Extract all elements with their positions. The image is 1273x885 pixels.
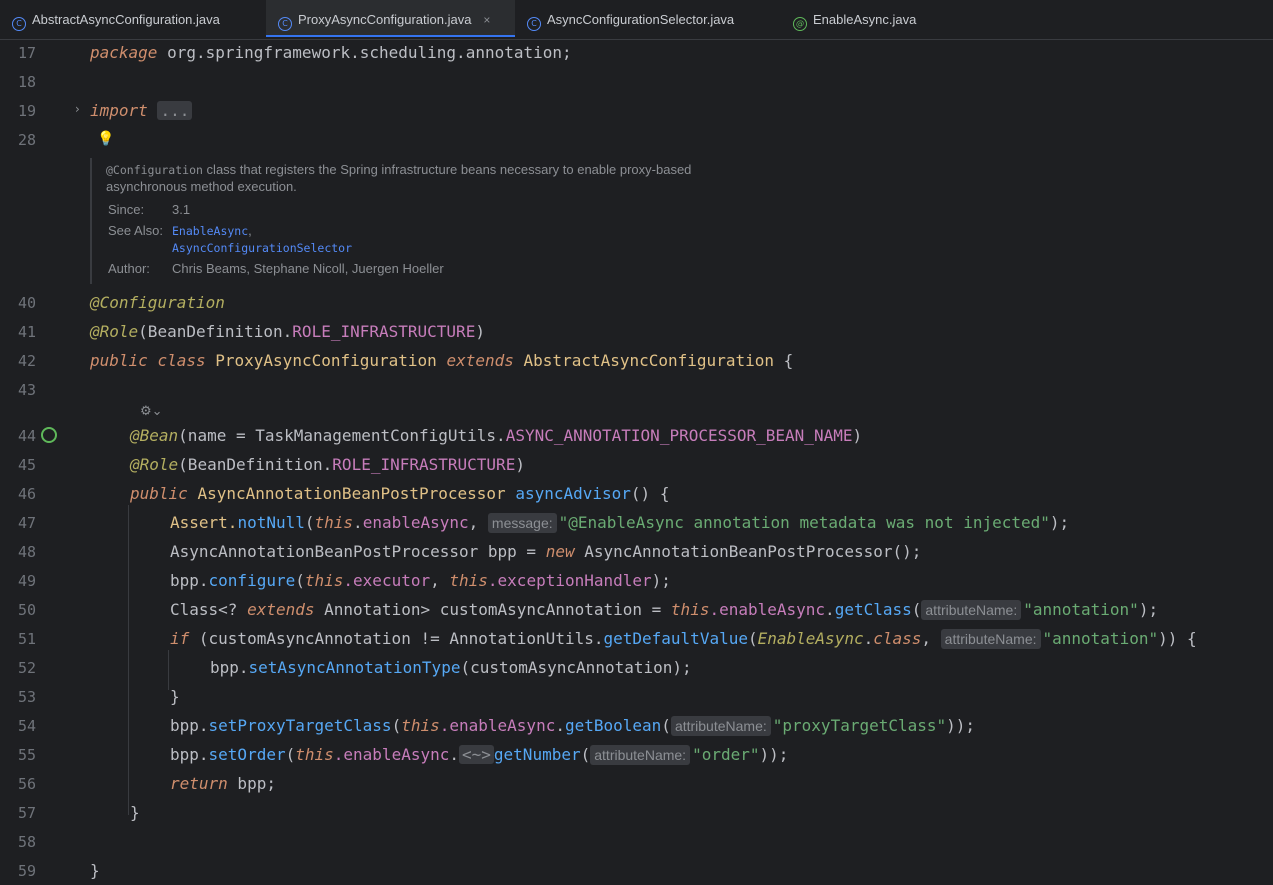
folded-imports[interactable]: ...: [157, 101, 193, 120]
bean-gutter-icon[interactable]: [41, 427, 57, 443]
javadoc-link-enableasync[interactable]: EnableAsync: [172, 224, 248, 238]
code-line-17[interactable]: package org.springframework.scheduling.a…: [90, 43, 572, 62]
line-number: 50: [17, 601, 36, 619]
tab-abstract-async-configuration[interactable]: C AbstractAsyncConfiguration.java: [0, 0, 274, 39]
code-line-56[interactable]: return bpp;: [170, 774, 276, 793]
class-icon: C: [12, 17, 26, 31]
line-number: 57: [17, 804, 36, 822]
line-number: 18: [17, 73, 36, 91]
code-line-40[interactable]: @Configuration: [90, 293, 225, 312]
class-icon: C: [278, 17, 292, 31]
code-line-48[interactable]: AsyncAnnotationBeanPostProcessor bpp = n…: [170, 542, 921, 561]
line-number: 45: [17, 456, 36, 474]
code-line-47[interactable]: Assert.notNull(this.enableAsync, message…: [170, 513, 1069, 533]
line-number: 43: [17, 381, 36, 399]
code-line-41[interactable]: @Role(BeanDefinition.ROLE_INFRASTRUCTURE…: [90, 322, 485, 341]
line-number: 59: [17, 862, 36, 880]
parameter-hint: attributeName:: [940, 629, 1041, 649]
parameter-hint: message:: [487, 513, 557, 533]
code-line-55[interactable]: bpp.setOrder(this.enableAsync. <~> getNumb…: [170, 745, 788, 765]
spring-bean-lens-icon[interactable]: ⚙⌄: [140, 404, 163, 419]
close-icon[interactable]: ×: [483, 13, 490, 27]
line-number: 56: [17, 775, 36, 793]
parameter-hint: attributeName:: [670, 716, 771, 736]
line-number: 47: [17, 514, 36, 532]
line-number: 41: [17, 323, 36, 341]
line-number: 48: [17, 543, 36, 561]
code-line-59[interactable]: }: [90, 861, 100, 880]
line-number: 49: [17, 572, 36, 590]
line-number: 52: [17, 659, 36, 677]
code-line-42[interactable]: public class ProxyAsyncConfiguration ext…: [90, 351, 793, 370]
code-line-45[interactable]: @Role(BeanDefinition.ROLE_INFRASTRUCTURE…: [130, 455, 525, 474]
code-line-50[interactable]: Class<? extends Annotation> customAsyncA…: [170, 600, 1158, 620]
code-line-49[interactable]: bpp.configure(this.executor, this.except…: [170, 571, 671, 590]
code-line-46[interactable]: public AsyncAnnotationBeanPostProcessor …: [130, 484, 669, 503]
line-number: 42: [17, 352, 36, 370]
tab-enable-async[interactable]: @ EnableAsync.java: [793, 0, 973, 39]
parameter-hint: attributeName:: [590, 745, 691, 765]
code-line-54[interactable]: bpp.setProxyTargetClass(this.enableAsync…: [170, 716, 975, 736]
tab-async-configuration-selector[interactable]: C AsyncConfigurationSelector.java: [527, 0, 787, 39]
code-line-53[interactable]: }: [170, 687, 180, 706]
line-number: 17: [17, 44, 36, 62]
editor-tab-bar: C AbstractAsyncConfiguration.java C ProxyA…: [0, 0, 1273, 40]
code-line-52[interactable]: bpp.setAsyncAnnotationType(customAsyncAn…: [210, 658, 692, 677]
folded-generic[interactable]: <~>: [459, 745, 494, 764]
line-number: 58: [17, 833, 36, 851]
parameter-hint: attributeName:: [921, 600, 1022, 620]
rendered-javadoc: @Configuration class that registers the …: [90, 158, 792, 284]
code-line-57[interactable]: }: [130, 803, 140, 822]
line-number: 44: [17, 427, 36, 445]
line-number: 51: [17, 630, 36, 648]
line-number: 46: [17, 485, 36, 503]
line-number: 54: [17, 717, 36, 735]
code-line-51[interactable]: if (customAsyncAnnotation != AnnotationU…: [170, 629, 1197, 649]
indent-guide: [168, 650, 169, 690]
line-number: 28: [17, 131, 36, 149]
line-number: 19: [17, 102, 36, 120]
code-line-44[interactable]: @Bean(name = TaskManagementConfigUtils.A…: [130, 426, 862, 445]
line-number: 40: [17, 294, 36, 312]
tab-proxy-async-configuration[interactable]: C ProxyAsyncConfiguration.java ×: [266, 0, 515, 37]
fold-expand-icon[interactable]: ›: [75, 102, 80, 116]
lightbulb-icon[interactable]: 💡: [97, 131, 114, 147]
code-line-19[interactable]: import ...: [90, 101, 193, 120]
line-number: 55: [17, 746, 36, 764]
javadoc-link-asyncconfigurationselector[interactable]: AsyncConfigurationSelector: [172, 241, 352, 255]
class-icon: C: [527, 17, 541, 31]
annotation-icon: @: [793, 17, 807, 31]
line-number: 53: [17, 688, 36, 706]
indent-guide: [128, 505, 129, 815]
